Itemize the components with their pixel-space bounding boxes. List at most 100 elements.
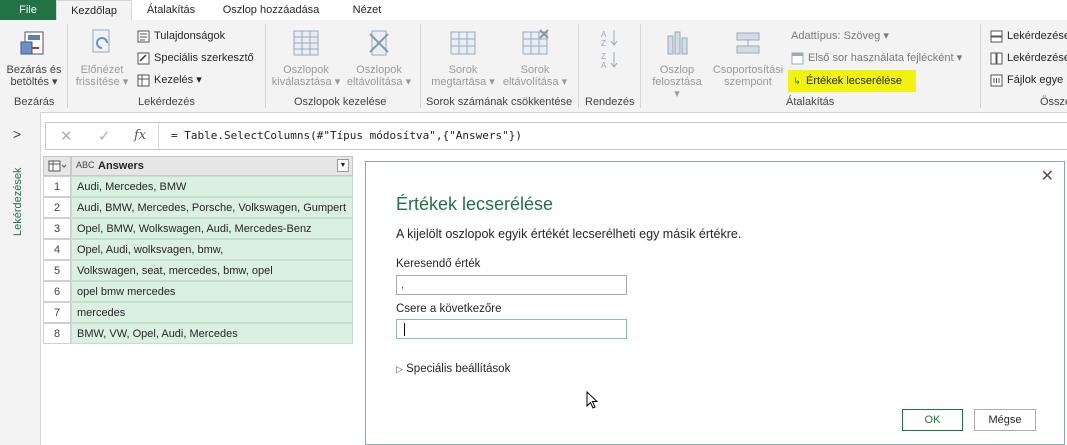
group-label-sort: Rendezés [585, 96, 635, 108]
fx-icon[interactable]: fx [134, 128, 146, 143]
close-and-load-button[interactable]: Bezárás és betöltés ▾ [4, 28, 64, 88]
query-append-button[interactable]: Lekérdezése [990, 28, 1067, 44]
group-label-reduce-rows: Sorok számának csökkentése [426, 96, 573, 108]
query-merge-button[interactable]: Lekérdezése [990, 50, 1067, 66]
remove-rows-label-2: eltávolítása ▾ [502, 76, 568, 88]
tab-home[interactable]: Kezdőlap [56, 0, 132, 21]
tab-transform[interactable]: Átalakítás [134, 0, 208, 20]
row-number[interactable]: 3 [43, 218, 71, 239]
find-value-input[interactable]: , [396, 275, 627, 295]
group-by-label-1: Csoportosítási [712, 64, 784, 76]
remove-rows-button[interactable]: Sorok eltávolítása ▾ [500, 28, 570, 88]
column-filter-icon[interactable]: ▼ [337, 159, 349, 172]
row-number[interactable]: 1 [43, 176, 71, 197]
row-number[interactable]: 4 [43, 239, 71, 260]
table-row[interactable]: 8 BMW, VW, Opel, Audi, Mercedes [43, 323, 353, 344]
row-number[interactable]: 6 [43, 281, 71, 302]
split-column-label-1: Oszlop [659, 64, 695, 76]
keep-rows-button[interactable]: Sorok megtartása ▾ [428, 28, 498, 88]
row-number[interactable]: 7 [43, 302, 71, 323]
table-row[interactable]: 2 Audi, BMW, Mercedes, Porsche, Volkswage… [43, 197, 353, 218]
table-row[interactable]: 3 Opel, BMW, Wolkswagen, Audi, Mercedes-B… [43, 218, 353, 239]
sort-ascending-icon: A Z [601, 30, 618, 48]
tab-file[interactable]: File [0, 0, 56, 20]
keep-rows-label-2: megtartása ▾ [431, 76, 495, 88]
formula-cancel-icon[interactable]: ✕ [60, 127, 73, 145]
remove-rows-label-1: Sorok [520, 64, 550, 76]
remove-columns-button[interactable]: Oszlopok eltávolítása ▾ [344, 28, 414, 88]
expand-triangle-icon: ▷ [396, 364, 403, 374]
split-column-button[interactable]: Oszlop felosztása ▾ [648, 28, 706, 100]
answers-cell[interactable]: Volkswagen, seat, mercedes, bmw, opel [71, 260, 353, 281]
column-header-answers[interactable]: ABC Answers ▼ [71, 156, 353, 176]
answers-cell[interactable]: Opel, Audi, wolksvagen, bmw, [71, 239, 353, 260]
tab-view[interactable]: Nézet [334, 0, 400, 20]
find-value-label: Keresendő érték [396, 258, 481, 270]
replace-values-dialog: ✕ Értékek lecserélése A kijelölt oszlopo… [365, 161, 1065, 445]
answers-cell[interactable]: BMW, VW, Opel, Audi, Mercedes [71, 323, 353, 344]
sort-descending-button[interactable]: Z A [595, 50, 625, 73]
svg-text:Z: Z [601, 52, 606, 61]
replace-values-button[interactable]: ↳ Értékek lecserélése [788, 70, 916, 92]
ribbon-tab-bar: File Kezdőlap Átalakítás Oszlop hozzáadá… [0, 0, 1067, 21]
group-label-transform: Átalakítás [786, 96, 835, 108]
group-label-query: Lekérdezés [138, 96, 195, 108]
close-load-icon [20, 31, 44, 55]
row-number[interactable]: 5 [43, 260, 71, 281]
replace-with-input[interactable] [396, 319, 627, 339]
table-row[interactable]: 1 Audi, Mercedes, BMW [43, 176, 353, 197]
remove-columns-label-2: eltávolítása ▾ [346, 76, 412, 88]
svg-text:A: A [601, 61, 607, 70]
queries-pane-label[interactable]: Lekérdezések [12, 168, 24, 237]
merge-icon [990, 52, 1003, 65]
answers-cell[interactable]: Opel, BMW, Wolkswagen, Audi, Mercedes-Be… [71, 218, 353, 239]
group-label-close: Bezárás [14, 96, 55, 108]
advanced-editor-button[interactable]: Speciális szerkesztő [137, 50, 254, 66]
table-row[interactable]: 7 mercedes [43, 302, 353, 323]
row-number[interactable]: 2 [43, 197, 71, 218]
tab-add-column[interactable]: Oszlop hozzáadása [212, 0, 330, 20]
dialog-title: Értékek lecserélése [396, 194, 554, 214]
text-type-icon[interactable]: ABC [76, 160, 95, 170]
group-separator [578, 24, 579, 108]
replace-values-icon: ↳ [793, 76, 801, 86]
table-menu-button[interactable] [43, 156, 71, 176]
keep-rows-icon [450, 31, 476, 55]
table-icon [48, 160, 67, 172]
advanced-options-toggle[interactable]: ▷ Speciális beállítások [396, 363, 510, 375]
answers-cell[interactable]: Audi, BMW, Mercedes, Porsche, Volkswagen… [71, 197, 353, 218]
answers-cell[interactable]: opel bmw mercedes [71, 281, 353, 302]
table-row[interactable]: 5 Volkswagen, seat, mercedes, bmw, opel [43, 260, 353, 281]
choose-columns-icon [293, 30, 319, 56]
answers-cell[interactable]: mercedes [71, 302, 353, 323]
sort-ascending-button[interactable]: A Z [595, 28, 625, 51]
dialog-close-icon[interactable]: ✕ [1041, 166, 1054, 186]
column-header-label: Answers [98, 160, 144, 172]
refresh-preview-button[interactable]: Előnézet frissítése ▾ [74, 28, 130, 88]
cancel-button[interactable]: Mégse [974, 409, 1036, 431]
ok-button[interactable]: OK [902, 409, 963, 431]
append-icon [990, 30, 1003, 43]
formula-confirm-icon[interactable]: ✓ [98, 127, 111, 145]
manage-button[interactable]: Kezelés ▾ [137, 72, 202, 88]
table-row[interactable]: 4 Opel, Audi, wolksvagen, bmw, [43, 239, 353, 260]
first-row-headers-button[interactable]: Első sor használata fejlécként ▾ [791, 50, 962, 66]
formula-divider [158, 123, 159, 149]
choose-columns-button[interactable]: Oszlopok kiválasztása ▾ [270, 28, 342, 88]
svg-text:Z: Z [601, 39, 606, 48]
row-number[interactable]: 8 [43, 323, 71, 344]
combine-files-button[interactable]: Fájlok egye [990, 72, 1063, 88]
advanced-options-label: Speciális beállítások [406, 363, 511, 375]
group-by-button[interactable]: Csoportosítási szempont [708, 28, 788, 88]
answers-cell[interactable]: Audi, Mercedes, BMW [71, 176, 353, 197]
group-separator [265, 24, 266, 108]
group-separator [640, 24, 641, 108]
formula-text[interactable]: = Table.SelectColumns(#"Típus módosítva"… [171, 129, 522, 142]
group-label-manage-columns: Oszlopok kezelése [294, 96, 387, 108]
data-type-dropdown[interactable]: Adattípus: Szöveg ▾ [791, 28, 889, 44]
keep-rows-label-1: Sorok [448, 64, 478, 76]
properties-button[interactable]: Tulajdonságok [137, 28, 225, 44]
expand-queries-icon[interactable]: > [13, 126, 21, 142]
refresh-label-1: Előnézet [80, 64, 124, 76]
table-row[interactable]: 6 opel bmw mercedes [43, 281, 353, 302]
